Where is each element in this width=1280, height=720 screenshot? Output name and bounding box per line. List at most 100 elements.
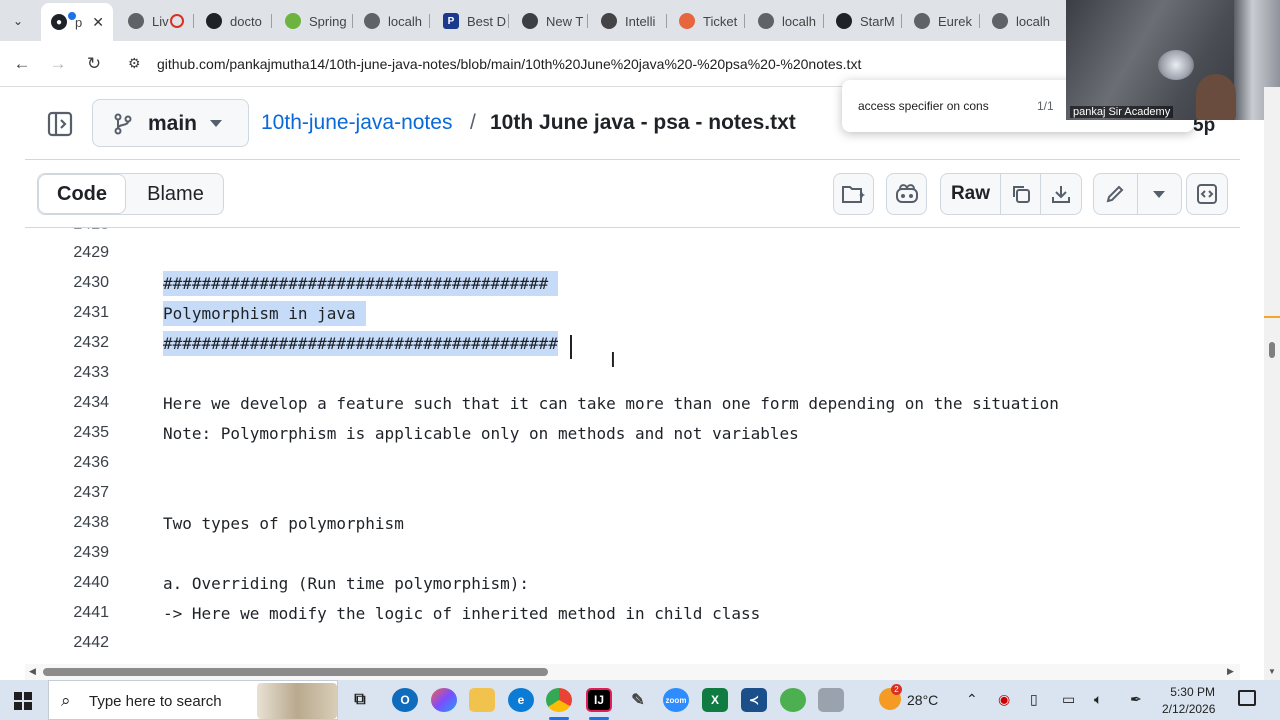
- search-highlight-image: [257, 683, 337, 719]
- code-line: 2433: [25, 358, 1240, 388]
- antivirus-icon[interactable]: ◉: [998, 691, 1010, 708]
- tab-intellij[interactable]: Intelli: [601, 8, 667, 34]
- tab-new-tab[interactable]: New T: [522, 8, 588, 34]
- copilot-app-icon[interactable]: [431, 688, 457, 712]
- temperature[interactable]: 28°C: [907, 692, 938, 708]
- clock-date[interactable]: 2/12/2026: [1162, 702, 1215, 716]
- clock-time[interactable]: 5:30 PM: [1169, 685, 1215, 699]
- taskbar-search-box[interactable]: ⌕ Type here to search: [48, 680, 338, 720]
- windows-start-icon[interactable]: [14, 692, 32, 710]
- scrollbar-thumb[interactable]: [1269, 342, 1275, 358]
- copilot-icon: [895, 184, 918, 203]
- excel-icon[interactable]: X: [702, 688, 728, 712]
- line-number[interactable]: 2442: [25, 634, 109, 652]
- tablet-icon[interactable]: ▯: [1030, 691, 1038, 708]
- page-vertical-scrollbar[interactable]: ▼: [1264, 87, 1280, 680]
- tab-localhost-1[interactable]: localh: [364, 8, 430, 34]
- blame-tab[interactable]: Blame: [126, 174, 223, 214]
- line-number[interactable]: 2436: [25, 454, 109, 472]
- code-tab[interactable]: Code: [38, 174, 126, 214]
- line-number[interactable]: 2429: [25, 244, 109, 262]
- presenter-name: pankaj Sir Academy: [1070, 106, 1174, 118]
- windows-taskbar: ⌕ Type here to search ⧉ O e IJ ✎ zoom X …: [0, 680, 1280, 720]
- paint-icon[interactable]: ✎: [625, 688, 651, 712]
- tab-ticket[interactable]: Ticket: [679, 8, 745, 34]
- forward-arrow-icon[interactable]: →: [47, 53, 69, 75]
- line-number[interactable]: 2440: [25, 574, 109, 592]
- chevron-up-icon[interactable]: ⌃: [966, 691, 978, 708]
- globe-icon: [128, 13, 144, 29]
- scroll-left-icon[interactable]: ◀: [29, 666, 36, 677]
- tab-search-button[interactable]: ⌄: [6, 9, 30, 33]
- intellij-icon[interactable]: IJ: [586, 688, 612, 712]
- scrollbar-thumb[interactable]: [43, 668, 548, 676]
- spring-tools-icon[interactable]: [780, 688, 806, 712]
- line-number[interactable]: 2437: [25, 484, 109, 502]
- tab-starm[interactable]: StarM: [836, 8, 902, 34]
- line-number[interactable]: 2431: [25, 304, 109, 322]
- tab-localhost-3[interactable]: localh: [992, 8, 1058, 34]
- outlook-icon[interactable]: O: [392, 688, 418, 712]
- zoom-icon[interactable]: zoom: [663, 688, 689, 712]
- github-icon: [206, 13, 222, 29]
- line-number[interactable]: 2441: [25, 604, 109, 622]
- task-view-icon[interactable]: ⧉: [347, 688, 373, 712]
- line-number[interactable]: 2433: [25, 364, 109, 382]
- site-info-icon[interactable]: ⚙: [128, 55, 141, 72]
- file-actions-group: Raw: [940, 173, 1082, 215]
- download-button[interactable]: [1041, 174, 1081, 214]
- reload-icon[interactable]: ↻: [83, 53, 105, 75]
- notifications-icon[interactable]: [1238, 690, 1256, 706]
- breadcrumb-separator: /: [470, 111, 476, 134]
- tab-eureka[interactable]: Eurek: [914, 8, 980, 34]
- pen-icon[interactable]: ✒: [1130, 691, 1142, 708]
- breadcrumb-repo-link[interactable]: 10th-june-java-notes: [261, 111, 452, 135]
- line-number[interactable]: 2434: [25, 394, 109, 412]
- line-number[interactable]: 2435: [25, 424, 109, 442]
- line-number[interactable]: 2439: [25, 544, 109, 562]
- branch-selector[interactable]: main: [92, 99, 249, 147]
- search-placeholder: Type here to search: [89, 693, 222, 710]
- sidebar-expand-icon[interactable]: [45, 109, 75, 139]
- vs-code-icon[interactable]: ≺: [741, 688, 767, 712]
- line-number[interactable]: 2438: [25, 514, 109, 532]
- line-text: Note: Polymorphism is applicable only on…: [163, 424, 799, 443]
- app-window-icon[interactable]: [818, 688, 844, 712]
- copy-raw-button[interactable]: [1001, 174, 1041, 214]
- code-view[interactable]: 2428 2429 2430 #########################…: [25, 228, 1240, 664]
- tab-docto[interactable]: docto: [206, 8, 272, 34]
- tab-spring[interactable]: Spring: [285, 8, 353, 34]
- scroll-down-icon[interactable]: ▼: [1268, 667, 1276, 676]
- line-number[interactable]: 2430: [25, 274, 109, 292]
- copilot-button[interactable]: [886, 173, 927, 215]
- code-line: 2438 Two types of polymorphism: [25, 508, 1240, 538]
- symbols-toggle-button[interactable]: [1186, 173, 1228, 215]
- symbols-panel-button[interactable]: [833, 173, 874, 215]
- back-arrow-icon[interactable]: ←: [11, 53, 33, 75]
- volume-icon[interactable]: 🔈︎: [1094, 691, 1102, 708]
- openai-icon: [601, 13, 617, 29]
- scroll-right-icon[interactable]: ▶: [1227, 666, 1234, 677]
- edge-icon[interactable]: e: [508, 688, 534, 712]
- chrome-icon[interactable]: [546, 688, 572, 712]
- github-icon: [836, 13, 852, 29]
- tab-best-d[interactable]: P Best D: [443, 8, 509, 34]
- tab-live[interactable]: Liv: [128, 8, 194, 34]
- line-text-selected: Polymorphism in java: [163, 301, 366, 326]
- address-bar[interactable]: ⚙ github.com/pankajmutha14/10th-june-jav…: [118, 47, 1078, 81]
- close-icon[interactable]: ✕: [92, 14, 104, 31]
- network-icon[interactable]: ▭: [1062, 691, 1075, 708]
- line-number[interactable]: 2432: [25, 334, 109, 352]
- code-horizontal-scrollbar[interactable]: ◀ ▶: [25, 664, 1240, 680]
- branch-name: main: [148, 112, 198, 135]
- raw-button[interactable]: Raw: [941, 174, 1001, 214]
- edit-options-button[interactable]: [1138, 174, 1182, 214]
- tab-label: Ticket: [703, 13, 738, 29]
- view-toggle: Code Blame: [37, 173, 224, 215]
- tab-github-active[interactable]: ● p ✕: [41, 3, 113, 41]
- tab-localhost-2[interactable]: localh: [758, 8, 824, 34]
- tab-label: Spring: [309, 13, 347, 29]
- edit-file-button[interactable]: [1094, 174, 1138, 214]
- file-explorer-icon[interactable]: [469, 688, 495, 712]
- find-query[interactable]: access specifier on cons: [858, 99, 989, 113]
